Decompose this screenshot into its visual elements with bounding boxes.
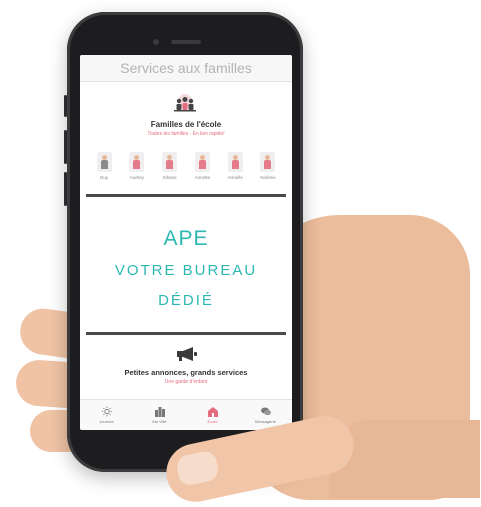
chat-icon — [260, 407, 271, 416]
person-guy[interactable]: Guy — [92, 152, 116, 180]
person-sihane[interactable]: Sihane — [158, 152, 182, 180]
avatar — [129, 152, 145, 172]
families-title: Familles de l'école — [150, 120, 222, 129]
person-name: Guy — [99, 175, 109, 180]
tab-ecole[interactable]: École — [193, 406, 233, 424]
school-icon — [207, 407, 218, 417]
volume-down-button — [64, 172, 67, 206]
app-screen: Services aux familles Familles de l'écol… — [80, 55, 292, 430]
ape-subtitle-line1: VOTRE BUREAU — [114, 262, 258, 279]
person-noemie[interactable]: Noémie — [256, 152, 280, 180]
person-name: Sihane — [162, 175, 177, 180]
ads-title: Petites annonces, grands services — [124, 368, 248, 377]
ape-subtitle-line2: DÉDIÉ — [158, 292, 214, 309]
person-audrey[interactable]: Audrey — [125, 152, 149, 180]
tab-messagerie[interactable]: Messagerie — [246, 406, 286, 424]
tab-label: Messagerie — [255, 419, 276, 424]
mute-switch — [64, 95, 67, 117]
avatar — [96, 152, 112, 172]
city-icon — [154, 407, 165, 417]
earpiece-speaker — [171, 40, 201, 44]
ads-card[interactable]: Petites annonces, grands services Une ga… — [80, 335, 292, 398]
person-name: Armelle — [227, 175, 243, 180]
person-name: Annette — [194, 175, 211, 180]
person-armelle[interactable]: Armelle — [223, 152, 247, 180]
hand-wrist — [330, 420, 480, 498]
sun-icon — [101, 406, 112, 417]
ape-title: APE — [163, 227, 209, 250]
volume-up-button — [64, 130, 67, 164]
families-subtitle: Toutes les familles · En lien rapide! — [147, 131, 225, 137]
avatar — [194, 152, 210, 172]
front-camera — [153, 39, 159, 45]
app-header: Services aux familles — [80, 55, 292, 82]
family-icon — [174, 94, 196, 112]
families-people-list: Guy Audrey Sihane Annette Armelle Noémie — [92, 152, 280, 180]
tab-journee[interactable]: Journée — [87, 406, 127, 424]
families-card[interactable]: Familles de l'école Toutes les familles … — [80, 82, 292, 194]
megaphone-icon — [177, 347, 197, 361]
tab-ma-ville[interactable]: Ma Ville — [140, 406, 180, 424]
tab-label: Ma Ville — [152, 419, 167, 424]
ads-subtitle: Une garde d'enfant — [164, 379, 208, 385]
avatar — [227, 152, 243, 172]
ape-card[interactable]: APE VOTRE BUREAU DÉDIÉ — [80, 197, 292, 332]
avatar — [260, 152, 276, 172]
bottom-tab-bar: Journée Ma Ville École Messagerie — [80, 399, 292, 430]
tab-label: Journée — [99, 419, 114, 424]
person-name: Noémie — [260, 175, 276, 180]
avatar — [162, 152, 178, 172]
page-title: Services aux familles — [120, 60, 252, 76]
person-annette[interactable]: Annette — [190, 152, 214, 180]
tab-label: École — [207, 419, 218, 424]
person-name: Audrey — [129, 175, 144, 180]
